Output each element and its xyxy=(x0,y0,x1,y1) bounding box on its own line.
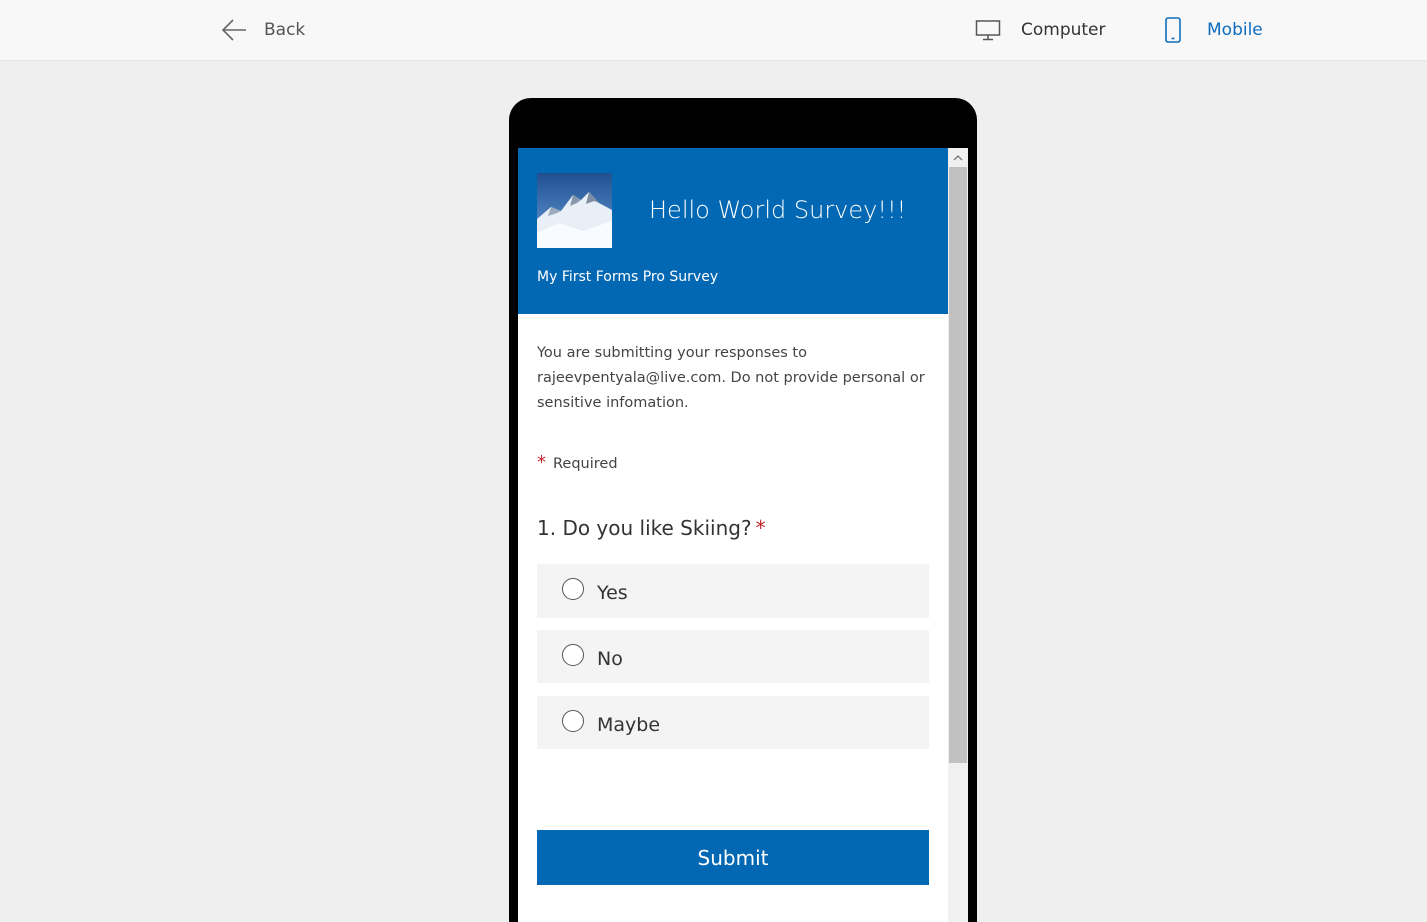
scrollbar[interactable] xyxy=(948,148,968,922)
question-required-star: * xyxy=(755,516,766,540)
option-maybe[interactable]: Maybe xyxy=(537,696,929,749)
option-no[interactable]: No xyxy=(537,630,929,683)
form-content: Hello World Survey!!! My First Forms Pro… xyxy=(518,148,948,885)
form-logo-image xyxy=(537,173,612,248)
back-label: Back xyxy=(264,20,306,40)
option-label: Yes xyxy=(597,582,628,604)
submit-button[interactable]: Submit xyxy=(537,830,929,885)
back-button[interactable]: Back xyxy=(220,15,305,45)
top-bar: Back Computer Mobile xyxy=(0,0,1427,61)
required-star: * xyxy=(537,452,546,473)
option-label: No xyxy=(597,647,623,670)
scrollbar-thumb[interactable] xyxy=(949,167,967,763)
radio-button[interactable] xyxy=(562,709,584,732)
phone-icon xyxy=(1165,17,1181,43)
form-subtitle: My First Forms Pro Survey xyxy=(537,269,719,285)
radio-button[interactable] xyxy=(562,643,584,666)
computer-view-label: Computer xyxy=(1021,20,1106,40)
mobile-view-label: Mobile xyxy=(1207,20,1263,40)
submission-notice: You are submitting your responses to raj… xyxy=(537,345,925,411)
required-label: Required xyxy=(553,456,618,472)
arrow-left-icon xyxy=(221,19,246,41)
monitor-icon xyxy=(975,20,1001,41)
question-title: 1. Do you like Skiing? * xyxy=(537,516,766,540)
computer-view-button[interactable]: Computer xyxy=(975,15,1106,45)
mobile-view-button[interactable]: Mobile xyxy=(1163,15,1263,45)
required-legend: * Required xyxy=(537,452,618,473)
radio-button[interactable] xyxy=(562,578,584,600)
chevron-up-icon xyxy=(953,154,963,160)
form-title: Hello World Survey!!! xyxy=(649,196,907,224)
option-yes[interactable]: Yes xyxy=(537,564,929,618)
question-text: 1. Do you like Skiing? xyxy=(537,516,752,540)
option-label: Maybe xyxy=(597,713,661,736)
scroll-up-button[interactable] xyxy=(948,148,968,166)
form-header: Hello World Survey!!! My First Forms Pro… xyxy=(518,148,948,314)
phone-frame: Hello World Survey!!! My First Forms Pro… xyxy=(509,98,977,922)
phone-screen: Hello World Survey!!! My First Forms Pro… xyxy=(518,148,968,922)
